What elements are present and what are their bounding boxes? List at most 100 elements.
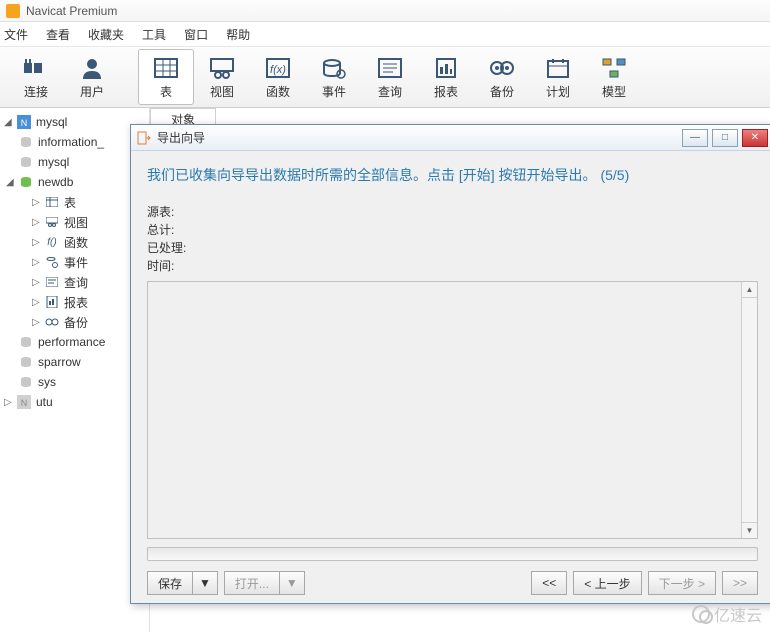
user-icon <box>78 55 106 81</box>
query-icon <box>44 275 60 289</box>
database-icon <box>18 135 34 149</box>
tree-item-backup[interactable]: ▷备份 <box>0 312 149 332</box>
export-info: 源表: 总计: 已处理: 时间: <box>147 203 758 275</box>
tree-item-function[interactable]: ▷f() 函数 <box>0 232 149 252</box>
tool-report[interactable]: 报表 <box>418 49 474 105</box>
tree-item-table[interactable]: ▷表 <box>0 192 149 212</box>
menu-help[interactable]: 帮助 <box>226 26 250 43</box>
open-dropdown-button[interactable]: ▼ <box>279 571 305 595</box>
close-button[interactable]: ✕ <box>742 129 768 147</box>
tool-view[interactable]: 视图 <box>194 49 250 105</box>
tree-label: 报表 <box>64 294 88 311</box>
menu-window[interactable]: 窗口 <box>184 26 208 43</box>
tree-item-event[interactable]: ▷事件 <box>0 252 149 272</box>
tree-label: information_ <box>38 135 104 149</box>
last-button[interactable]: >> <box>722 571 758 595</box>
tree-label: mysql <box>36 115 67 129</box>
tool-label: 连接 <box>24 83 48 100</box>
query-icon <box>376 55 404 81</box>
fx-icon: f() <box>44 235 60 249</box>
tree-conn-utu[interactable]: ▷Nutu <box>0 392 149 412</box>
scroll-up-icon[interactable]: ▲ <box>742 282 757 298</box>
tree-root-mysql[interactable]: ◢ N mysql <box>0 112 149 132</box>
save-dropdown-button[interactable]: ▼ <box>192 571 218 595</box>
collapse-arrow-icon: ◢ <box>6 177 18 188</box>
prev-button[interactable]: < 上一步 <box>573 571 641 595</box>
dialog-body: 我们已收集向导导出数据时所需的全部信息。点击 [开始] 按钮开始导出。 (5/5… <box>131 151 770 603</box>
tool-label: 报表 <box>434 83 458 100</box>
log-output[interactable]: ▲ ▼ <box>147 281 758 539</box>
tool-connection[interactable]: 连接 <box>8 49 64 105</box>
view-icon <box>44 215 60 229</box>
connection-tree: ◢ N mysql information_ mysql ◢ newdb ▷表 … <box>0 108 150 632</box>
menubar: 文件 查看 收藏夹 工具 窗口 帮助 <box>0 22 770 46</box>
expand-arrow-icon: ▷ <box>32 237 44 248</box>
tree-label: performance <box>38 335 105 349</box>
tree-item-view[interactable]: ▷ 视图 <box>0 212 149 232</box>
tool-model[interactable]: 模型 <box>586 49 642 105</box>
report-icon <box>432 55 460 81</box>
open-button[interactable]: 打开... <box>224 571 279 595</box>
next-button[interactable]: 下一步 > <box>648 571 716 595</box>
tree-db-sys[interactable]: sys <box>0 372 149 392</box>
plug-icon <box>22 55 50 81</box>
info-source: 源表: <box>147 203 758 221</box>
tool-function[interactable]: f(x) 函数 <box>250 49 306 105</box>
tree-label: newdb <box>38 175 73 189</box>
minimize-button[interactable]: — <box>682 129 708 147</box>
menu-favorites[interactable]: 收藏夹 <box>88 26 124 43</box>
tool-query[interactable]: 查询 <box>362 49 418 105</box>
tree-label: 事件 <box>64 254 88 271</box>
dialog-button-row: 保存 ▼ 打开... ▼ << < 上一步 下一步 > >> <box>147 571 758 595</box>
menu-tools[interactable]: 工具 <box>142 26 166 43</box>
menu-view[interactable]: 查看 <box>46 26 70 43</box>
tree-label: 备份 <box>64 314 88 331</box>
report-icon <box>44 295 60 309</box>
scrollbar[interactable]: ▲ ▼ <box>741 282 757 538</box>
tool-label: 视图 <box>210 83 234 100</box>
info-total: 总计: <box>147 221 758 239</box>
expand-arrow-icon: ▷ <box>32 197 44 208</box>
model-icon <box>600 55 628 81</box>
export-wizard-dialog: 导出向导 — □ ✕ 我们已收集向导导出数据时所需的全部信息。点击 [开始] 按… <box>130 124 770 604</box>
tree-item-report[interactable]: ▷报表 <box>0 292 149 312</box>
tree-label: 表 <box>64 194 76 211</box>
tool-user[interactable]: 用户 <box>64 49 120 105</box>
expand-arrow-icon: ▷ <box>32 277 44 288</box>
event-icon <box>44 255 60 269</box>
tree-db-information[interactable]: information_ <box>0 132 149 152</box>
mysql-icon: N <box>16 115 32 129</box>
event-icon <box>320 55 348 81</box>
fx-icon: f(x) <box>264 55 292 81</box>
tool-label: 计划 <box>546 83 570 100</box>
watermark-icon <box>692 605 710 623</box>
tool-schedule[interactable]: 计划 <box>530 49 586 105</box>
tree-db-newdb[interactable]: ◢ newdb <box>0 172 149 192</box>
expand-arrow-icon: ▷ <box>4 397 16 408</box>
database-icon <box>18 155 34 169</box>
schedule-icon <box>544 55 572 81</box>
tree-label: sys <box>38 375 56 389</box>
tree-db-mysql[interactable]: mysql <box>0 152 149 172</box>
svg-text:N: N <box>21 398 28 408</box>
expand-arrow-icon: ▷ <box>32 217 44 228</box>
tool-table[interactable]: 表 <box>138 49 194 105</box>
tree-db-performance[interactable]: performance <box>0 332 149 352</box>
save-button[interactable]: 保存 <box>147 571 192 595</box>
tree-label: 视图 <box>64 214 88 231</box>
info-processed: 已处理: <box>147 239 758 257</box>
tool-backup[interactable]: 备份 <box>474 49 530 105</box>
tree-db-sparrow[interactable]: sparrow <box>0 352 149 372</box>
tool-event[interactable]: 事件 <box>306 49 362 105</box>
progress-bar <box>147 547 758 561</box>
first-button[interactable]: << <box>531 571 567 595</box>
app-logo-icon <box>6 4 20 18</box>
tool-label: 事件 <box>322 83 346 100</box>
tree-item-query[interactable]: ▷查询 <box>0 272 149 292</box>
database-icon <box>18 375 34 389</box>
scroll-down-icon[interactable]: ▼ <box>742 522 757 538</box>
menu-file[interactable]: 文件 <box>4 26 28 43</box>
maximize-button[interactable]: □ <box>712 129 738 147</box>
tool-label: 模型 <box>602 83 626 100</box>
tree-label: 函数 <box>64 234 88 251</box>
